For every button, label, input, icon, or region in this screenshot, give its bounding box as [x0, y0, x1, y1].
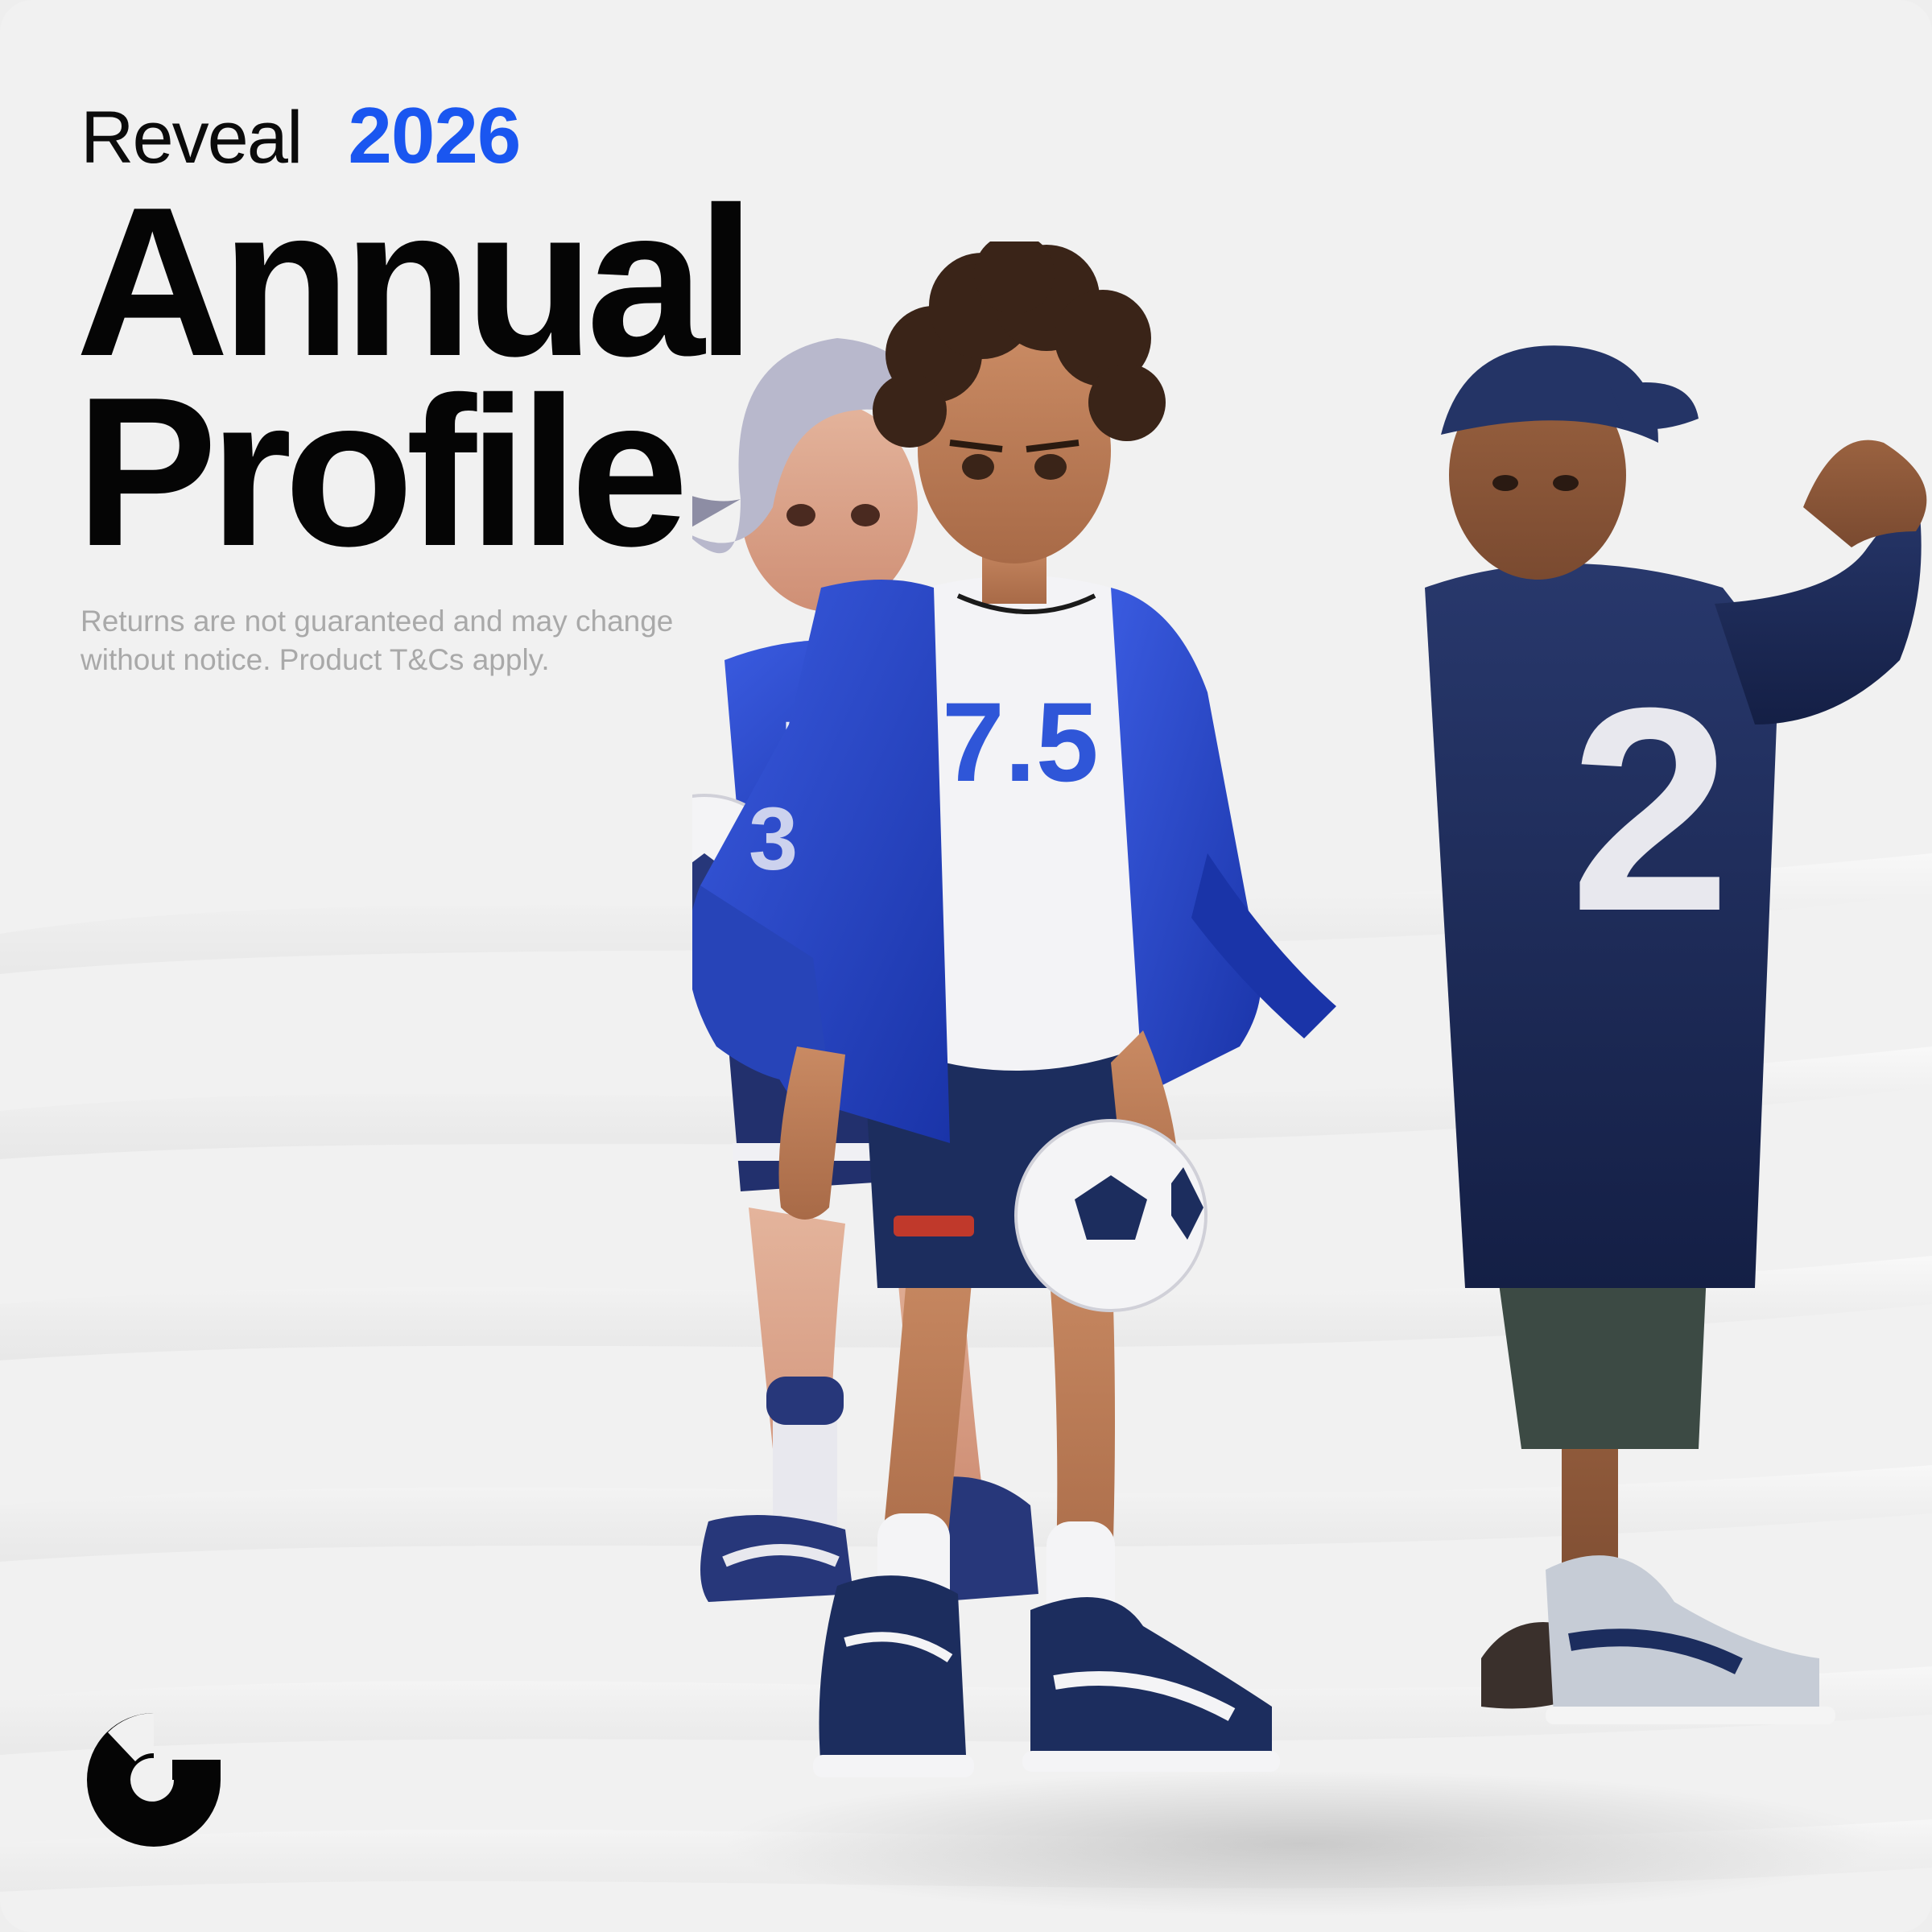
- disclaimer-line-1: Returns are not guaranteed and may chang…: [80, 605, 674, 638]
- brand-logo-icon: [87, 1713, 221, 1847]
- disclaimer-line-2: without notice. Product T&Cs apply.: [80, 643, 550, 676]
- right-player: 2: [1425, 345, 1927, 1724]
- title-line-annual: Annual: [76, 163, 756, 400]
- hoodie-print: 2: [1570, 648, 1731, 972]
- front-jersey-number: 7.5: [942, 679, 1099, 805]
- title-line-profile: Profile: [76, 353, 689, 590]
- disclaimer-text: Returns are not guaranteed and may chang…: [80, 602, 773, 679]
- players-illustration: 2 7.5 3: [692, 242, 1927, 1916]
- sleeve-print: 3: [749, 790, 798, 889]
- page-title: Annual Profile: [76, 163, 756, 590]
- profile-poster: Reveal 2026 Annual Profile Returns are n…: [0, 0, 1932, 1932]
- floor-shadow: [724, 1771, 1884, 1916]
